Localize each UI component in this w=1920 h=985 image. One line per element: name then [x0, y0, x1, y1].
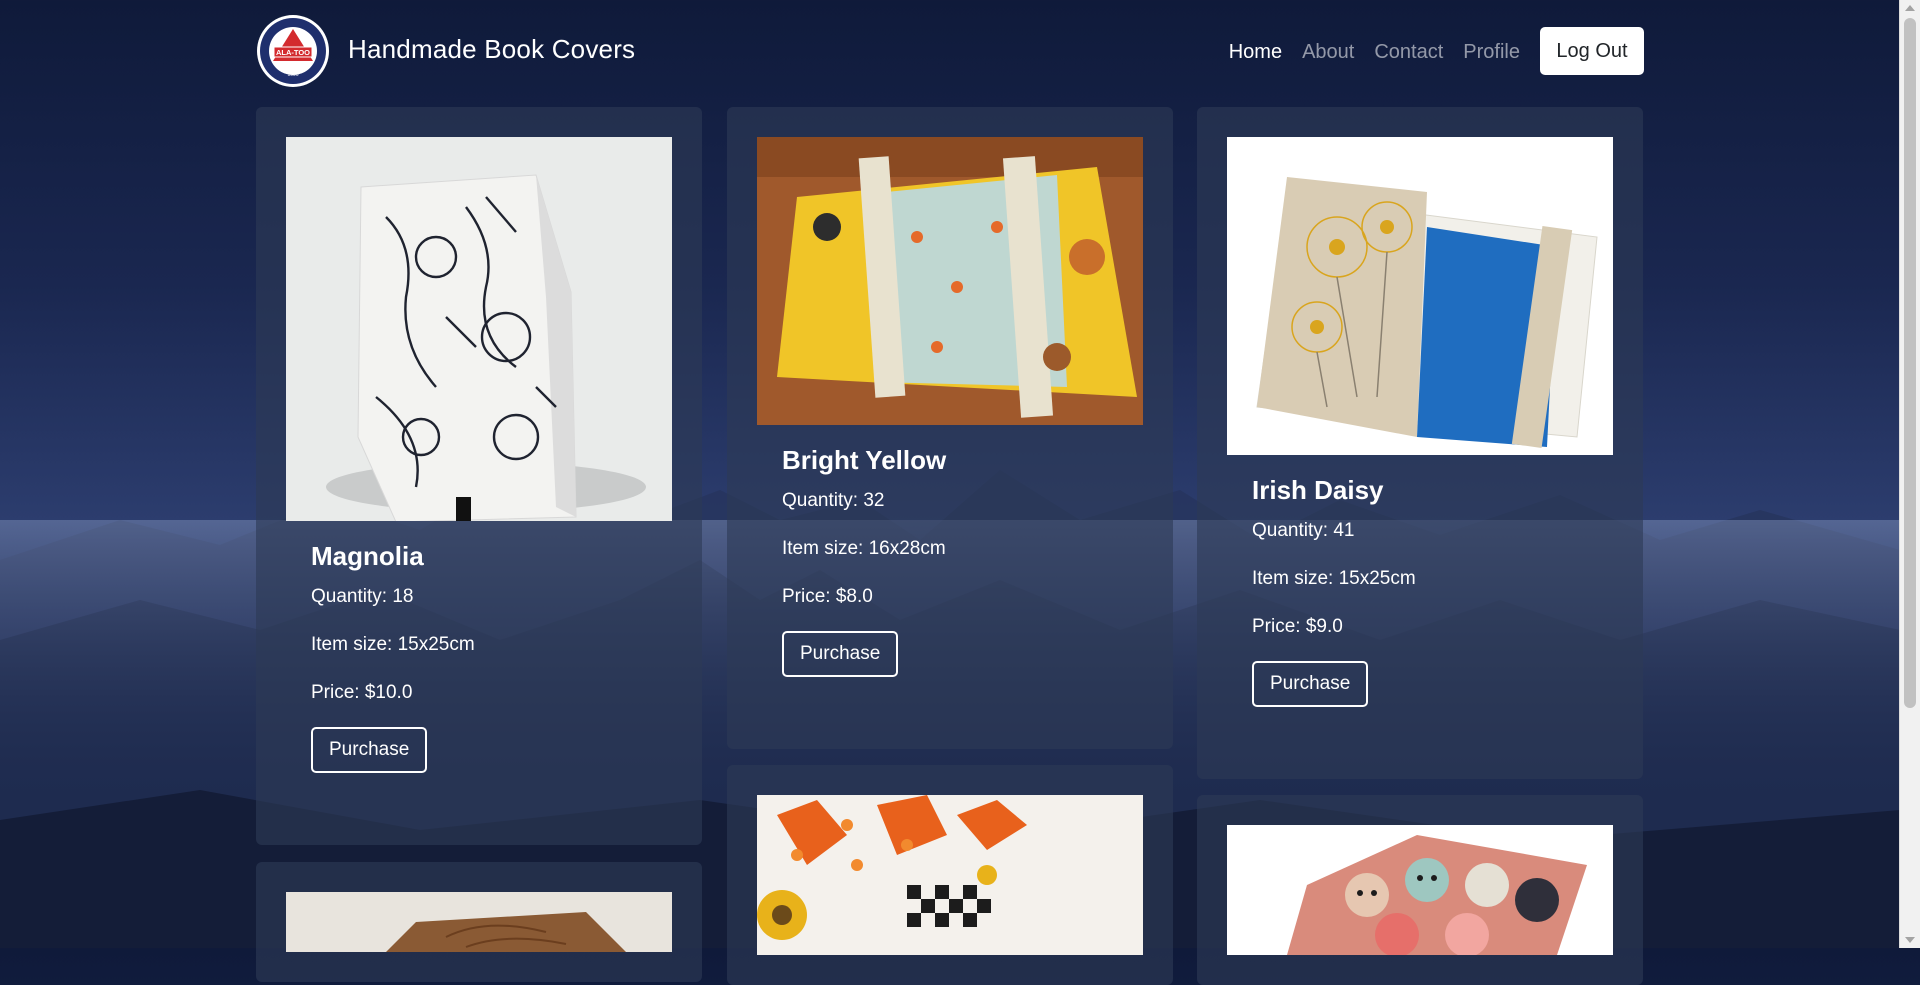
product-price: Price: $9.0	[1252, 616, 1343, 637]
university-logo[interactable]: ALA-TOO 1996	[256, 14, 330, 88]
product-quantity: Quantity: 18	[311, 586, 414, 607]
product-quantity: Quantity: 41	[1252, 520, 1355, 541]
scroll-down-icon[interactable]	[1905, 937, 1915, 943]
svg-text:1996: 1996	[287, 72, 298, 78]
nav-links: Home About Contact Profile	[1229, 41, 1520, 64]
card-body: Bright Yellow Quantity: 32 Item size: 16…	[782, 445, 946, 677]
product-name: Irish Daisy	[1252, 475, 1384, 505]
site-title[interactable]: Handmade Book Covers	[348, 34, 635, 65]
logout-button[interactable]: Log Out	[1540, 27, 1644, 75]
navbar: ALA-TOO 1996 Handmade Book Covers Home A…	[256, 14, 1644, 88]
purchase-button[interactable]: Purchase	[782, 631, 899, 677]
product-card-magnolia: Magnolia Quantity: 18 Item size: 15x25cm…	[256, 107, 702, 845]
card-body: Magnolia Quantity: 18 Item size: 15x25cm…	[311, 541, 475, 773]
nav-profile-link[interactable]: Profile	[1463, 41, 1520, 64]
svg-text:ALA-TOO: ALA-TOO	[276, 48, 310, 57]
nav-contact-link[interactable]: Contact	[1374, 41, 1443, 64]
card-body: Irish Daisy Quantity: 41 Item size: 15x2…	[1252, 475, 1416, 707]
product-size: Item size: 15x25cm	[311, 634, 475, 655]
leather-cover-photo	[286, 892, 672, 952]
page-scrollbar[interactable]	[1899, 0, 1920, 948]
product-quantity: Quantity: 32	[782, 490, 885, 511]
nav-about-link[interactable]: About	[1302, 41, 1354, 64]
product-card-irish-daisy: Irish Daisy Quantity: 41 Item size: 15x2…	[1197, 107, 1643, 779]
product-name: Magnolia	[311, 541, 424, 571]
product-size: Item size: 16x28cm	[782, 538, 946, 559]
product-card-partial-1	[256, 862, 702, 982]
product-size: Item size: 15x25cm	[1252, 568, 1416, 589]
irish-daisy-cover-photo	[1227, 137, 1613, 455]
purchase-button[interactable]: Purchase	[1252, 661, 1369, 707]
autumn-leaves-cover-photo	[757, 795, 1143, 955]
purchase-button[interactable]: Purchase	[311, 727, 428, 773]
nav-home-link[interactable]: Home	[1229, 41, 1282, 64]
product-name: Bright Yellow	[782, 445, 947, 475]
cats-cover-photo	[1227, 825, 1613, 955]
scrollbar-thumb[interactable]	[1904, 18, 1916, 708]
product-card-partial-2	[727, 765, 1173, 985]
product-card-bright-yellow: Bright Yellow Quantity: 32 Item size: 16…	[727, 107, 1173, 749]
scroll-up-icon[interactable]	[1905, 5, 1915, 11]
product-price: Price: $8.0	[782, 586, 873, 607]
magnolia-cover-photo	[286, 137, 672, 521]
product-price: Price: $10.0	[311, 682, 413, 703]
bright-yellow-cover-photo	[757, 137, 1143, 425]
product-card-partial-3	[1197, 795, 1643, 985]
